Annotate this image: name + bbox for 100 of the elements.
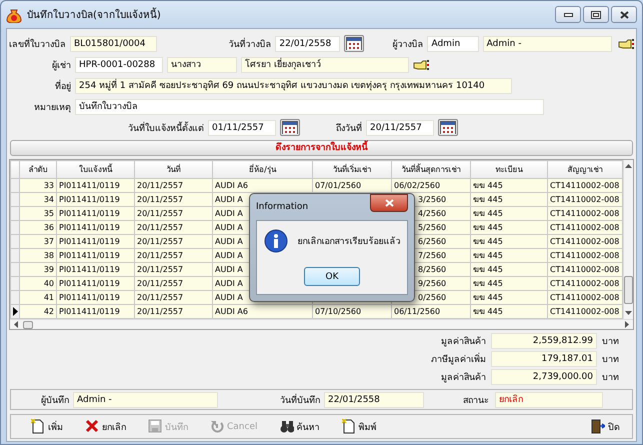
info-icon xyxy=(264,229,288,253)
table-cell: 20/11/2557 xyxy=(134,178,212,192)
text-field[interactable]: นางสาว xyxy=(167,56,237,72)
column-header[interactable]: สัญญาเช่า xyxy=(548,160,622,178)
scrollbar-thumb[interactable] xyxy=(23,320,33,328)
calendar-button[interactable] xyxy=(438,119,458,136)
undo-icon xyxy=(210,419,224,434)
text-field[interactable]: BL015801/0004 xyxy=(70,36,158,52)
field-label: ที่อยู่ xyxy=(54,78,71,92)
table-cell: 42 xyxy=(20,304,56,318)
column-header[interactable]: ยี่ห้อ/รุ่น xyxy=(212,160,312,178)
column-header[interactable]: วันที่เริ่มเช่า xyxy=(312,160,392,178)
table-cell: 20/11/2557 xyxy=(134,304,212,318)
table-cell: CT14110002-008 xyxy=(548,234,622,248)
table-cell: 20/11/2557 xyxy=(134,248,212,262)
calendar-button[interactable] xyxy=(344,35,364,52)
table-cell: PI011411/0119 xyxy=(56,304,134,318)
table-cell: CT14110002-008 xyxy=(548,206,622,220)
table-cell: 20/11/2557 xyxy=(134,262,212,276)
table-cell: 38 xyxy=(20,248,56,262)
table-cell: AUDI A6 xyxy=(212,178,312,192)
field-label: สถานะ xyxy=(462,394,489,406)
table-cell: 34 xyxy=(20,192,56,206)
field-label: มูลค่าสินค้า xyxy=(441,336,486,348)
toolbar-button[interactable]: เพิ่ม xyxy=(29,417,65,436)
exit-door-icon xyxy=(591,419,605,434)
table-cell: CT14110002-008 xyxy=(548,262,622,276)
text-field[interactable]: 179,187.01 xyxy=(491,351,597,367)
unit-label: บาท xyxy=(602,354,620,366)
text-field[interactable]: Admin - xyxy=(73,392,218,408)
table-cell: 36 xyxy=(20,220,56,234)
text-field[interactable]: Admin xyxy=(427,36,479,52)
table-cell: ฆฆ 445 xyxy=(470,220,548,234)
close-icon xyxy=(384,199,394,207)
document-icon xyxy=(342,419,356,434)
close-icon xyxy=(620,10,628,18)
binoculars-icon xyxy=(280,419,294,434)
table-cell: AUDI A6 xyxy=(212,304,312,318)
toolbar-button[interactable]: ปิด xyxy=(589,417,622,436)
minimize-icon xyxy=(564,12,572,16)
scroll-right-arrow-icon[interactable] xyxy=(624,321,630,328)
minimize-button[interactable] xyxy=(555,6,581,23)
unit-label: บาท xyxy=(602,336,620,348)
table-cell: CT14110002-008 xyxy=(548,248,622,262)
text-field[interactable]: โศรยา เยี่ยงกุลเชาว์ xyxy=(241,56,409,72)
toolbar-button[interactable]: ยกเลิก xyxy=(83,417,128,436)
scrollbar-thumb[interactable] xyxy=(624,276,633,304)
toolbar-button[interactable]: พิมพ์ xyxy=(340,417,378,436)
field-label: วันที่วางบิล xyxy=(227,36,272,50)
table-cell: CT14110002-008 xyxy=(548,276,622,290)
table-cell: PI011411/0119 xyxy=(56,178,134,192)
text-field[interactable]: 22/01/2558 xyxy=(275,36,340,52)
table-cell: 33 xyxy=(20,178,56,192)
money-bag-icon xyxy=(6,6,22,22)
calendar-button[interactable] xyxy=(280,119,300,136)
table-cell: PI011411/0119 xyxy=(56,290,134,304)
column-header[interactable]: วันที่ xyxy=(134,160,212,178)
table-cell: PI011411/0119 xyxy=(56,234,134,248)
table-cell: ฆฆ 445 xyxy=(470,234,548,248)
field-label: ผู้เช่า xyxy=(51,60,71,72)
calendar-icon xyxy=(282,121,298,134)
text-field[interactable]: HPR-0001-00288 xyxy=(75,56,163,72)
field-label: วันที่ใบแจ้งหนี้ตั้งแต่ xyxy=(127,120,204,134)
table-cell: 20/11/2557 xyxy=(134,234,212,248)
scroll-left-arrow-icon[interactable] xyxy=(13,321,19,328)
scroll-down-arrow-icon[interactable] xyxy=(625,310,632,316)
column-header[interactable]: ลำดับ xyxy=(20,160,56,178)
toolbar-button[interactable]: ค้นหา xyxy=(278,417,322,436)
column-header[interactable]: ใบแจ้งหนี้ xyxy=(56,160,134,178)
table-cell: ฆฆ 445 xyxy=(470,206,548,220)
table-cell: 20/11/2557 xyxy=(134,290,212,304)
table-cell: 07/01/2560 xyxy=(312,178,392,192)
text-field[interactable]: 2,739,000.00 xyxy=(491,369,597,385)
text-field[interactable]: 20/11/2557 xyxy=(366,120,434,136)
ok-button[interactable]: OK xyxy=(304,267,360,286)
table-cell: ฆฆ 445 xyxy=(470,248,548,262)
text-field[interactable]: บันทึกใบวางบิล xyxy=(75,98,544,114)
text-field[interactable]: 01/11/2557 xyxy=(208,120,276,136)
text-field[interactable]: 254 หมู่ที่ 1 สามัคคี ซอยประชาอุทิศ 69 ถนนประชาอุทิศ แขวงบางมด เขตทุ่งครุ กรุงเทพมหานคร 10140 xyxy=(75,78,512,94)
restore-icon xyxy=(591,10,601,18)
new-document-icon xyxy=(31,419,45,434)
table-cell: 35 xyxy=(20,206,56,220)
table-cell: PI011411/0119 xyxy=(56,206,134,220)
text-field[interactable]: Admin - xyxy=(482,36,612,52)
table-cell: CT14110002-008 xyxy=(548,178,622,192)
column-header[interactable]: วันที่สิ้นสุดการเช่า xyxy=(392,160,470,178)
close-button[interactable] xyxy=(611,6,637,23)
column-header[interactable]: ทะเบียน xyxy=(470,160,548,178)
text-field[interactable]: 2,559,812.99 xyxy=(491,333,597,349)
field-label: มูลค่าสินค้า xyxy=(441,372,486,384)
close-button[interactable] xyxy=(370,194,408,212)
text-field[interactable]: ยกเลิก xyxy=(495,392,603,408)
table-cell: ฆฆ 445 xyxy=(470,262,548,276)
scroll-up-arrow-icon[interactable] xyxy=(625,163,632,169)
table-cell: PI011411/0119 xyxy=(56,262,134,276)
text-field[interactable]: 22/01/2558 xyxy=(324,392,424,408)
pull-items-button[interactable]: ดึงรายการจากใบแจ้งหนี้ xyxy=(10,140,633,156)
maximize-button[interactable] xyxy=(583,6,609,23)
field-label: ภาษีมูลค่าเพิ่ม xyxy=(431,352,486,366)
field-label: ถึงวันที่ xyxy=(335,120,362,134)
